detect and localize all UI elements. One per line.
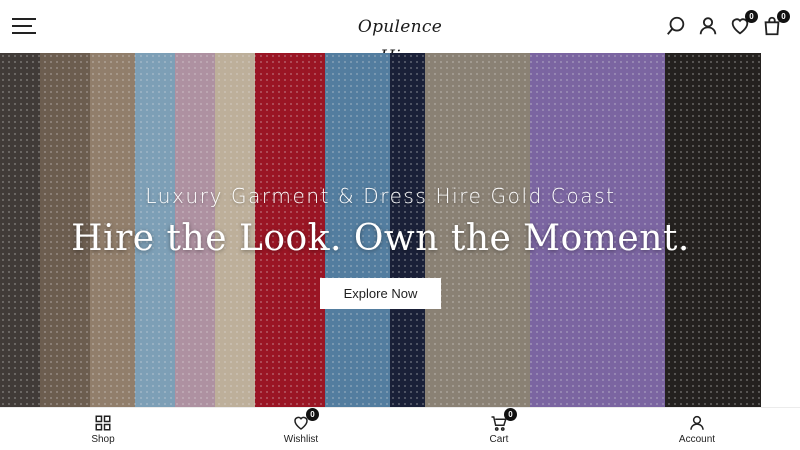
bottom-nav-label: Shop xyxy=(91,434,115,445)
user-icon xyxy=(688,414,706,432)
cart-badge: 0 xyxy=(504,408,517,421)
wishlist-badge: 0 xyxy=(306,408,319,421)
bottom-nav: Shop 0 Wishlist 0 Cart Account xyxy=(0,407,800,450)
heart-icon: 0 xyxy=(292,408,319,432)
wishlist-icon[interactable]: 0 xyxy=(729,10,758,37)
bottom-nav-cart[interactable]: 0 Cart xyxy=(449,408,549,450)
hero-side-gap xyxy=(761,53,800,407)
bottom-nav-label: Account xyxy=(678,434,716,445)
site-header: Opulence Hire 0 0 xyxy=(0,0,800,67)
account-icon[interactable] xyxy=(697,15,719,37)
bottom-nav-label: Cart xyxy=(489,434,509,445)
bottom-nav-account[interactable]: Account xyxy=(647,414,747,450)
search-icon[interactable] xyxy=(665,15,687,37)
wishlist-count-badge: 0 xyxy=(745,10,758,23)
hero-subtitle: Luxury Garment & Dress Hire Gold Coast xyxy=(145,184,616,208)
menu-icon[interactable] xyxy=(12,17,36,35)
cart-icon[interactable]: 0 xyxy=(761,10,790,37)
hero-banner: Luxury Garment & Dress Hire Gold Coast H… xyxy=(0,53,761,407)
hero-title: Hire the Look. Own the Moment. xyxy=(71,218,690,259)
cart-icon: 0 xyxy=(490,408,517,432)
explore-now-button[interactable]: Explore Now xyxy=(320,278,441,309)
site-logo[interactable]: Opulence Hire xyxy=(340,12,460,67)
bottom-nav-shop[interactable]: Shop xyxy=(53,414,153,450)
cart-count-badge: 0 xyxy=(777,10,790,23)
bottom-nav-label: Wishlist xyxy=(283,434,319,445)
bottom-nav-wishlist[interactable]: 0 Wishlist xyxy=(251,408,351,450)
grid-icon xyxy=(94,414,112,432)
